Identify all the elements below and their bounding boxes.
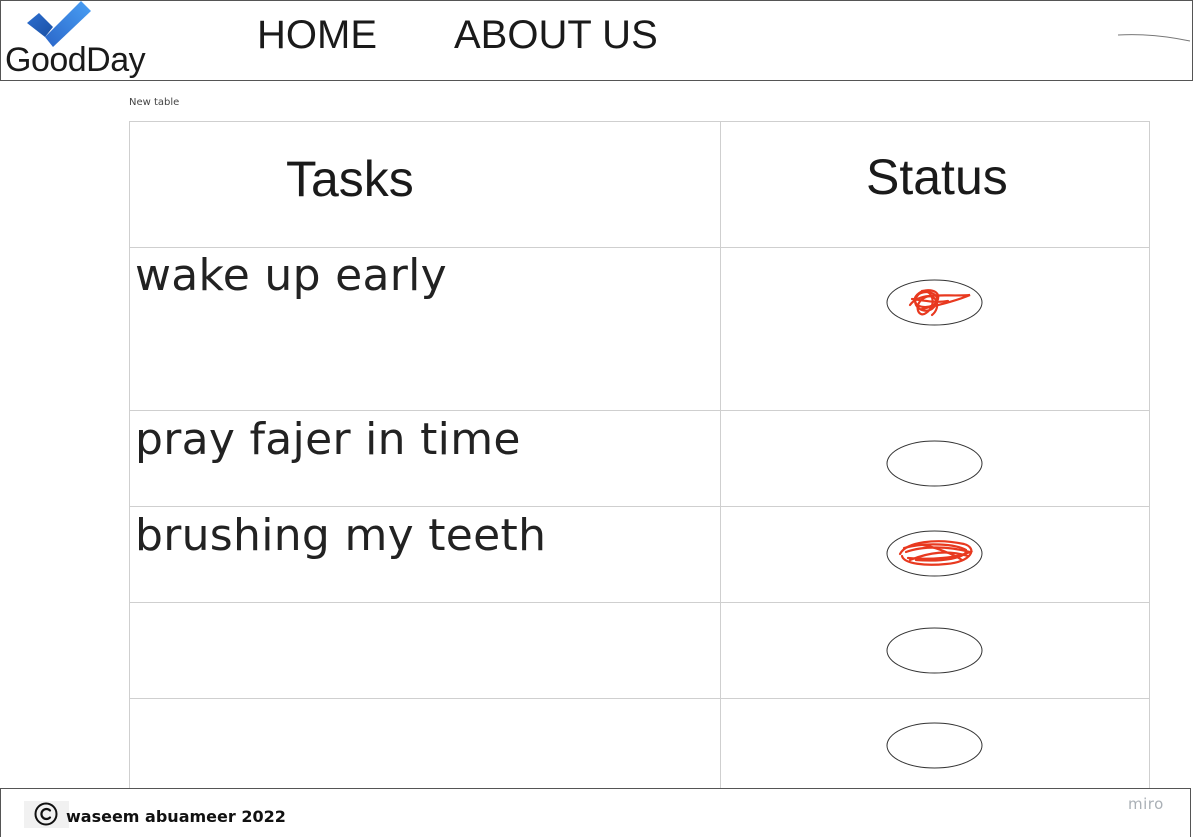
status-checkbox-done[interactable] [886, 279, 983, 326]
status-checkbox-done[interactable] [886, 530, 983, 577]
header: GoodDay HOME ABOUT US [0, 0, 1193, 81]
footer: waseem abuameer 2022 [0, 788, 1191, 837]
row-divider [130, 410, 1149, 411]
task-cell[interactable]: brushing my teeth [135, 510, 546, 561]
row-divider [130, 602, 1149, 603]
decorative-curve [1117, 34, 1191, 42]
footer-credit: waseem abuameer 2022 [66, 807, 286, 826]
miro-watermark: miro [1128, 795, 1164, 813]
column-divider [720, 122, 721, 792]
row-divider [130, 698, 1149, 699]
task-cell[interactable]: pray fajer in time [135, 414, 521, 465]
status-checkbox-empty[interactable] [886, 722, 983, 769]
nav-home-link[interactable]: HOME [257, 13, 377, 58]
task-cell[interactable]: wake up early [135, 250, 447, 301]
status-checkbox-empty[interactable] [886, 627, 983, 674]
tasks-column-header: Tasks [286, 151, 414, 207]
status-column-header: Status [866, 149, 1008, 205]
nav-about-link[interactable]: ABOUT US [454, 13, 658, 58]
row-divider [130, 247, 1149, 248]
logo-text[interactable]: GoodDay [5, 41, 146, 80]
table-label: New table [129, 97, 180, 108]
copyright-icon [34, 802, 58, 826]
status-checkbox-empty[interactable] [886, 440, 983, 487]
row-divider [130, 506, 1149, 507]
